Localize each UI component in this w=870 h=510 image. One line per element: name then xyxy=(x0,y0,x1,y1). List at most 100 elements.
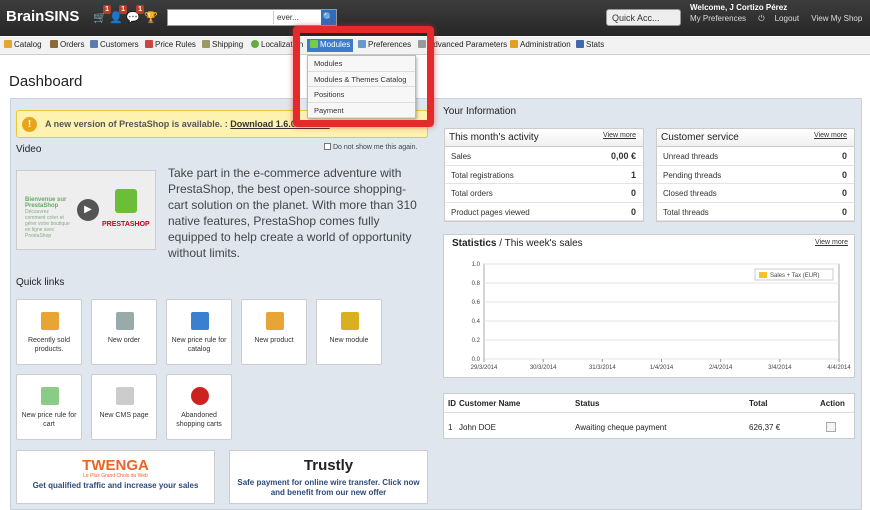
dont-show-checkbox[interactable]: Do not show me this again. xyxy=(324,143,417,151)
orders-icon xyxy=(50,40,58,48)
checkbox-icon xyxy=(324,143,331,150)
trustly-logo: Trustly xyxy=(303,457,354,474)
quick-link-cart-price-rule[interactable]: New price rule for cart xyxy=(16,374,82,440)
quick-link-new-product[interactable]: New product xyxy=(241,299,307,365)
trophy-icon[interactable]: 🏆 xyxy=(144,12,158,24)
video-thumbnail[interactable]: Bienvenue sur PrestaShop Découvrez commen… xyxy=(16,170,156,250)
top-bar: BrainSINS 🛒 1 👤 1 💬 1 🏆 ever... 🔍 Quick Acc… xyxy=(0,0,870,36)
tab-shipping[interactable]: Shipping xyxy=(202,40,243,52)
quick-access-select[interactable]: Quick Acc... xyxy=(606,9,681,26)
video-thumb-text: Bienvenue sur PrestaShop Découvrez commen… xyxy=(25,197,70,239)
trustly-banner[interactable]: Trustly Safe payment for online wire tra… xyxy=(229,450,428,504)
twenga-banner[interactable]: TWENGA Le Plus Grand Choix du Web Get qu… xyxy=(16,450,215,504)
folder-icon xyxy=(41,312,59,330)
quick-link-new-module[interactable]: New module xyxy=(316,299,382,365)
localization-icon xyxy=(251,40,259,48)
view-my-shop-link[interactable]: View My Shop xyxy=(811,14,862,23)
twenga-text: Get qualified traffic and increase your … xyxy=(32,481,199,490)
messages-badge: 1 xyxy=(136,5,144,14)
stats-icon xyxy=(576,40,584,48)
twenga-logo: TWENGA xyxy=(82,457,149,474)
customer-service-box: Customer service View more Unread thread… xyxy=(656,128,855,222)
tab-orders[interactable]: Orders xyxy=(50,40,84,52)
customers-icon[interactable]: 👤 1 xyxy=(109,5,127,24)
prestashop-logo: PRESTASHOP xyxy=(102,221,150,228)
promo-text: Take part in the e-commerce adventure wi… xyxy=(168,166,417,260)
tab-catalog[interactable]: Catalog xyxy=(4,40,42,52)
quick-link-new-order[interactable]: New order xyxy=(91,299,157,365)
shopping-bag-icon xyxy=(115,189,137,213)
x-tick-label: 30/3/2014 xyxy=(530,365,557,371)
quick-link-catalog-price-rule[interactable]: New price rule for catalog xyxy=(166,299,232,365)
col-status: Status xyxy=(575,399,600,408)
service-row: Total threads 0 xyxy=(657,203,854,221)
price-rules-icon xyxy=(145,40,153,48)
tab-customers[interactable]: Customers xyxy=(90,40,139,52)
tab-stats[interactable]: Stats xyxy=(576,40,604,52)
view-order-icon[interactable] xyxy=(826,422,836,432)
update-text: A new version of PrestaShop is available… xyxy=(45,119,228,129)
shipping-icon xyxy=(202,40,210,48)
stats-view-more-link[interactable]: View more xyxy=(815,239,848,246)
activity-row: Product pages viewed 0 xyxy=(445,203,643,221)
y-tick-label: 0.6 xyxy=(472,300,481,306)
messages-icon[interactable]: 💬 1 xyxy=(126,5,144,24)
video-heading: Video xyxy=(16,144,42,155)
legend-label: Sales + Tax (EUR) xyxy=(770,273,819,279)
activity-row: Total orders 0 xyxy=(445,184,643,203)
warning-icon: ! xyxy=(22,117,37,132)
x-tick-label: 4/4/2014 xyxy=(827,365,851,371)
legend-swatch xyxy=(759,272,767,278)
col-id: ID xyxy=(448,399,456,408)
customers-tab-icon xyxy=(90,40,98,48)
quick-link-recently-sold[interactable]: Recently sold products. xyxy=(16,299,82,365)
order-customer: John DOE xyxy=(459,423,496,432)
sales-chart: 1.0 0.8 0.6 0.4 0.2 0.0 29/3/2014 30/3/2014 31/3… xyxy=(471,262,852,371)
quick-link-abandoned-carts[interactable]: Abandoned shopping carts xyxy=(166,374,232,440)
logout-link[interactable]: Logout xyxy=(775,14,799,23)
x-tick-label: 29/3/2014 xyxy=(471,365,498,371)
monthly-activity-box: This month's activity View more Sales 0,0… xyxy=(444,128,644,222)
search-button[interactable]: 🔍 xyxy=(321,10,336,25)
activity-view-more-link[interactable]: View more xyxy=(603,132,636,139)
cart-icon[interactable]: 🛒 1 xyxy=(93,5,111,24)
twenga-tagline: Le Plus Grand Choix du Web xyxy=(83,473,148,479)
search-box: ever... 🔍 xyxy=(167,9,337,26)
activity-row: Total registrations 1 xyxy=(445,166,643,184)
trustly-text: Safe payment for online wire transfer. C… xyxy=(237,478,420,497)
welcome-text: Welcome, J Cortizo Pérez xyxy=(690,3,788,12)
adv-badge-icon xyxy=(191,387,209,405)
service-view-more-link[interactable]: View more xyxy=(814,132,847,139)
stats-title: Statistics / This week's sales xyxy=(452,238,583,249)
col-action: Action xyxy=(820,399,845,408)
catalog-icon xyxy=(4,40,12,48)
y-tick-label: 0.4 xyxy=(472,319,481,325)
service-row: Unread threads 0 xyxy=(657,147,854,166)
quick-links-heading: Quick links xyxy=(16,277,65,288)
tab-administration[interactable]: Administration xyxy=(510,40,571,52)
key-icon xyxy=(510,40,518,48)
highlight-frame xyxy=(293,26,434,127)
user-links: My Preferences ⏻ Logout View My Shop xyxy=(690,14,870,24)
tab-price-rules[interactable]: Price Rules xyxy=(145,40,196,52)
main-tabs: Catalog Orders Customers Price Rules Shi… xyxy=(0,37,870,55)
your-information-heading: Your Information xyxy=(443,106,517,117)
service-row: Closed threads 0 xyxy=(657,184,854,203)
stats-box: Statistics / This week's sales View more… xyxy=(443,234,855,378)
y-tick-label: 0.0 xyxy=(472,357,481,363)
page-add-icon xyxy=(116,387,134,405)
quick-link-new-cms-page[interactable]: New CMS page xyxy=(91,374,157,440)
col-total: Total xyxy=(749,399,768,408)
book-icon xyxy=(191,312,209,330)
product-folder-icon xyxy=(266,312,284,330)
x-tick-label: 2/4/2014 xyxy=(709,365,733,371)
play-icon[interactable]: ▶ xyxy=(77,199,99,221)
puzzle-add-icon xyxy=(341,312,359,330)
service-row: Pending threads 0 xyxy=(657,166,854,184)
my-preferences-link[interactable]: My Preferences xyxy=(690,14,746,23)
brand-logo[interactable]: BrainSINS xyxy=(6,8,79,25)
x-tick-label: 31/3/2014 xyxy=(589,365,616,371)
order-id: 1 xyxy=(448,423,453,432)
search-scope-select[interactable]: ever... xyxy=(273,11,321,24)
activity-row: Sales 0,00 € xyxy=(445,147,643,166)
